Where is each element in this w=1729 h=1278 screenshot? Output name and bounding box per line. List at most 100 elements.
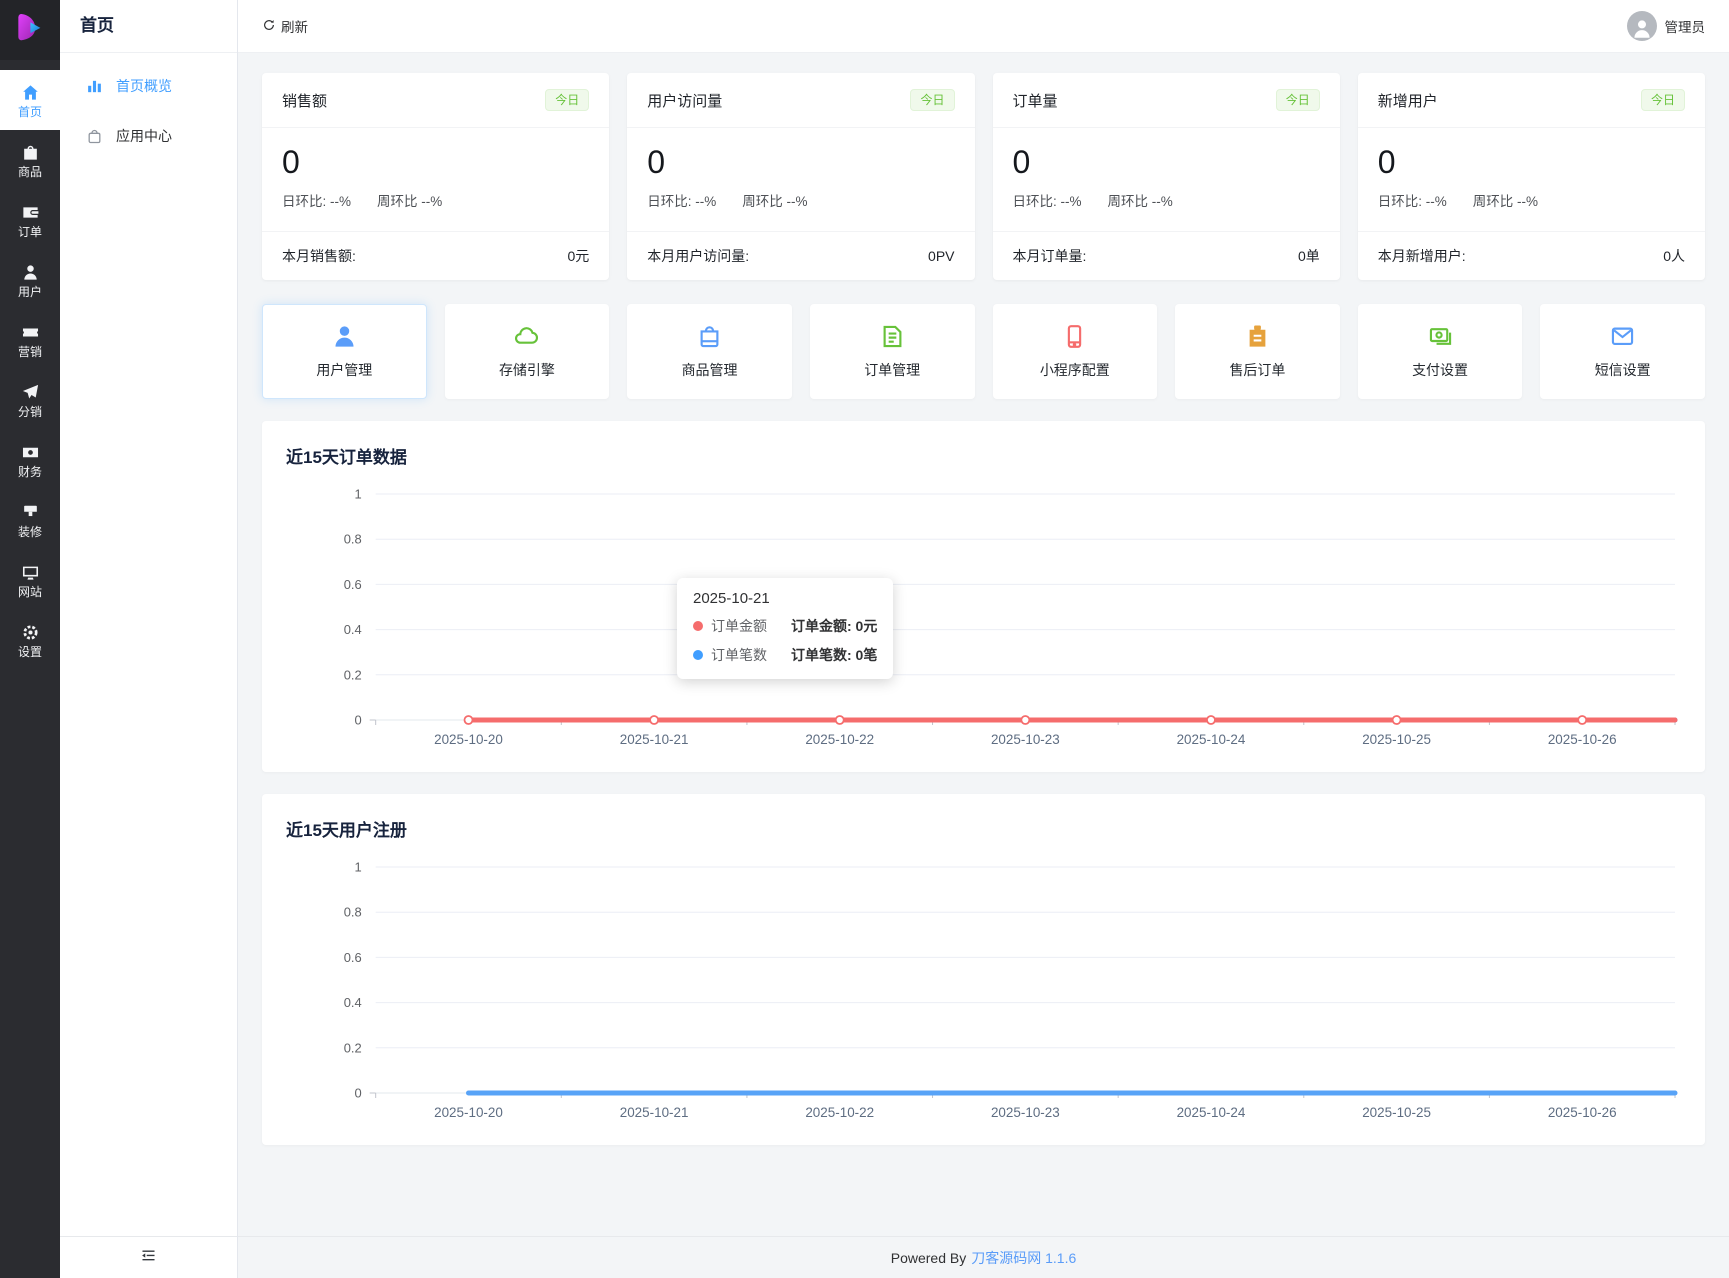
chart-panel-registrations: 近15天用户注册 1 0.8 0.6 0.4 0.2 0 2025-10-20 2025-10… — [262, 794, 1705, 1145]
submenu-item-app-center[interactable]: 应用中心 — [60, 111, 237, 161]
week-ratio: 周环比 --% — [1107, 194, 1173, 209]
stat-card-title: 订单量 — [1012, 92, 1058, 110]
stat-footer-label: 本月订单量: — [1012, 248, 1087, 264]
quick-link-payment-money[interactable]: 支付设置 — [1357, 304, 1523, 399]
svg-text:0.4: 0.4 — [344, 995, 362, 1010]
orders-icon — [21, 203, 40, 222]
tooltip-row: 订单笔数 订单笔数: 0笔 — [693, 645, 877, 665]
chart-title: 近15天订单数据 — [286, 448, 407, 467]
rail-item-label: 商品 — [17, 164, 42, 179]
rail-item-decorate[interactable]: 装修 — [0, 490, 60, 550]
rail-item-settings[interactable]: 设置 — [0, 610, 60, 670]
quick-link-aftersale-clipboard[interactable]: 售后订单 — [1175, 304, 1340, 399]
stat-card: 新增用户 今日 0 日环比: --% 周环比 --% 本月新增用户: 0人 — [1357, 73, 1705, 280]
day-ratio: 日环比: --% — [282, 194, 351, 209]
quick-link-label: 短信设置 — [1594, 362, 1651, 378]
rail-item-label: 设置 — [17, 644, 42, 659]
rail-item-goods[interactable]: 商品 — [0, 130, 60, 190]
svg-text:0.8: 0.8 — [344, 905, 362, 920]
svg-text:2025-10-25: 2025-10-25 — [1362, 732, 1431, 747]
rail-item-website[interactable]: 网站 — [0, 550, 60, 610]
chart-orders[interactable]: 1 0.8 0.6 0.4 0.2 0 2025-10-20 2025-10-21 2025-1… — [286, 480, 1681, 752]
rail-item-label: 财务 — [17, 464, 42, 479]
quick-link-order-doc[interactable]: 订单管理 — [809, 304, 975, 399]
series-value: 订单金额: 0元 — [791, 618, 878, 634]
goods-bag-icon — [696, 323, 723, 350]
website-icon — [21, 563, 40, 582]
finance-icon — [21, 443, 40, 462]
stat-footer-value: 0元 — [567, 248, 590, 264]
tooltip-row: 订单金额 订单金额: 0元 — [693, 616, 877, 636]
svg-text:0: 0 — [355, 712, 362, 727]
stat-card-footer: 本月订单量: 0单 — [992, 231, 1340, 280]
stat-footer-value: 0人 — [1663, 248, 1685, 264]
sidebar-collapse-button[interactable] — [60, 1236, 237, 1278]
charts-area: 近15天订单数据 1 0.8 0.6 0.4 0.2 0 2025-10-20 2025-10… — [262, 421, 1705, 1145]
refresh-label: 刷新 — [281, 20, 308, 35]
page-footer: Powered By 刀客源码网 1.1.6 — [238, 1236, 1729, 1278]
stat-card-header: 销售额 今日 — [262, 73, 610, 128]
svg-text:2025-10-25: 2025-10-25 — [1362, 1105, 1431, 1120]
svg-text:0: 0 — [355, 1085, 362, 1100]
week-ratio: 周环比 --% — [1472, 194, 1538, 209]
quick-link-storage-cloud[interactable]: 存储引擎 — [444, 304, 610, 399]
quick-link-miniprogram-phone[interactable]: 小程序配置 — [992, 304, 1158, 399]
content: 销售额 今日 0 日环比: --% 周环比 --% 本月销售额: 0元 用户访问… — [238, 53, 1729, 1236]
order-doc-icon — [879, 323, 906, 350]
quick-link-user-manage[interactable]: 用户管理 — [262, 304, 427, 399]
svg-text:2025-10-24: 2025-10-24 — [1177, 1105, 1246, 1120]
stat-card-body: 0 日环比: --% 周环比 --% — [262, 128, 609, 231]
primary-sidebar: 首页 商品 订单 用户 营销 分销 财务 装修 网站 设置 — [0, 0, 60, 1278]
rail-item-home[interactable]: 首页 — [0, 70, 60, 130]
day-ratio: 日环比: --% — [647, 194, 717, 209]
miniprogram-phone-icon — [1061, 323, 1088, 350]
stats-row: 销售额 今日 0 日环比: --% 周环比 --% 本月销售额: 0元 用户访问… — [262, 73, 1705, 280]
stat-card-footer: 本月用户访问量: 0PV — [627, 231, 975, 280]
svg-text:1: 1 — [355, 486, 362, 501]
refresh-button[interactable]: 刷新 — [262, 16, 308, 36]
stat-footer-value: 0PV — [928, 248, 955, 264]
user-menu[interactable]: 管理员 — [1626, 11, 1706, 41]
submenu-item-label: 首页概览 — [116, 78, 172, 94]
aftersale-clipboard-icon — [1244, 323, 1271, 350]
svg-text:2025-10-24: 2025-10-24 — [1177, 732, 1246, 747]
svg-text:1: 1 — [355, 859, 362, 874]
stat-footer-label: 本月销售额: — [282, 248, 356, 264]
stat-card-title: 用户访问量 — [647, 92, 723, 110]
app-center-icon — [86, 128, 103, 145]
svg-text:2025-10-22: 2025-10-22 — [805, 732, 874, 747]
rail-item-label: 网站 — [17, 584, 42, 599]
quick-link-goods-bag[interactable]: 商品管理 — [627, 304, 792, 399]
day-ratio: 日环比: --% — [1377, 194, 1447, 209]
decorate-icon — [21, 503, 40, 522]
rail-item-finance[interactable]: 财务 — [0, 430, 60, 490]
secondary-sidebar: 首页 首页概览 应用中心 — [60, 0, 238, 1278]
stat-card: 销售额 今日 0 日环比: --% 周环比 --% 本月销售额: 0元 — [262, 73, 610, 280]
chart-registrations[interactable]: 1 0.8 0.6 0.4 0.2 0 2025-10-20 2025-10-21 2025-1… — [286, 853, 1681, 1125]
app-logo[interactable] — [0, 0, 60, 60]
username: 管理员 — [1664, 20, 1706, 35]
home-icon — [21, 83, 40, 102]
tooltip-date: 2025-10-21 — [693, 590, 770, 607]
rail-item-label: 分销 — [17, 404, 42, 419]
svg-text:2025-10-26: 2025-10-26 — [1548, 732, 1617, 747]
svg-text:0.4: 0.4 — [344, 622, 362, 637]
rail-item-marketing[interactable]: 营销 — [0, 310, 60, 370]
rail-item-distribution[interactable]: 分销 — [0, 370, 60, 430]
series-dot — [693, 621, 703, 631]
rail-item-orders[interactable]: 订单 — [0, 190, 60, 250]
distribution-icon — [21, 383, 40, 402]
series-name: 订单金额 — [711, 618, 767, 634]
stat-card-value: 0 — [1377, 144, 1396, 180]
rail-item-label: 装修 — [17, 524, 42, 539]
settings-icon — [21, 623, 40, 642]
chart-panel-orders: 近15天订单数据 1 0.8 0.6 0.4 0.2 0 2025-10-20 2025-10… — [262, 421, 1705, 772]
quick-link-sms-mail[interactable]: 短信设置 — [1540, 304, 1705, 399]
today-badge: 今日 — [1275, 89, 1320, 111]
submenu-item-overview[interactable]: 首页概览 — [60, 61, 237, 111]
vendor-link[interactable]: 刀客源码网 1.1.6 — [971, 1248, 1076, 1268]
rail-item-users[interactable]: 用户 — [0, 250, 60, 310]
logo-icon — [11, 9, 49, 52]
goods-icon — [21, 143, 40, 162]
stat-card-footer: 本月销售额: 0元 — [262, 231, 610, 280]
